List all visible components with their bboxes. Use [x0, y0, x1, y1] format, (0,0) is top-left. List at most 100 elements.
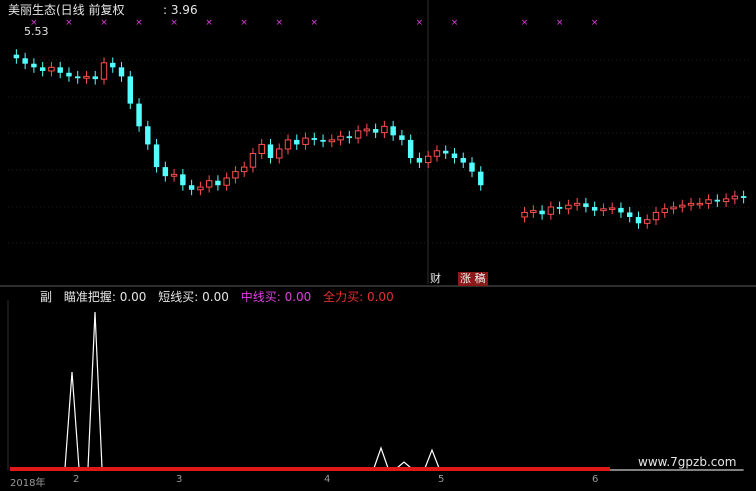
candle-body — [740, 196, 747, 198]
candle-body — [258, 143, 265, 154]
candle-body — [433, 150, 441, 157]
candle-body — [390, 126, 396, 136]
candle-body — [547, 206, 555, 215]
marker-x: × — [100, 18, 108, 28]
marker-x: × — [311, 18, 319, 28]
start-price-label: 5.53 — [24, 25, 49, 38]
sub-spike — [373, 446, 389, 469]
candle-body — [136, 103, 142, 127]
legend-item-quanli: 全力买: 0.00 — [323, 290, 394, 304]
marker-x: × — [275, 18, 283, 28]
kline-chart-svg[interactable]: × × × × × × × × × × × × × × — [0, 0, 756, 487]
marker-x: × — [556, 18, 564, 28]
sub-spike — [424, 448, 440, 469]
marker-x: × — [205, 18, 213, 28]
candle-body — [110, 62, 116, 68]
candle-body — [100, 62, 108, 80]
marker-x: × — [521, 18, 529, 28]
candle-body — [180, 174, 186, 186]
candle-body — [39, 67, 46, 71]
candle-body — [188, 185, 195, 190]
candle-body — [591, 207, 598, 211]
top-price-label: : 3.96 — [163, 3, 198, 17]
candle-body — [13, 54, 20, 59]
chart-stage[interactable]: × × × × × × × × × × × × × × — [0, 0, 756, 487]
x-axis-label: 6 — [592, 474, 599, 485]
x-axis-label: 3 — [176, 474, 183, 485]
news-tag-zhang[interactable]: 涨 稿 — [458, 272, 488, 286]
candle-body — [539, 210, 545, 215]
candle-body — [249, 153, 257, 168]
candle-body — [670, 206, 677, 210]
candle-body — [731, 195, 739, 200]
marker-x: × — [240, 18, 248, 28]
candle-body — [608, 207, 616, 210]
x-axis-label: 2 — [73, 474, 80, 485]
candle-body — [521, 211, 528, 218]
candle-body — [31, 63, 37, 68]
candle-body — [705, 199, 712, 204]
candle-body — [618, 207, 624, 213]
candle-body — [205, 180, 213, 188]
candle-body — [583, 203, 589, 208]
candle-body — [478, 171, 484, 186]
candle-body — [372, 129, 379, 133]
candle-body — [223, 177, 230, 186]
subchart-prefix: 副 — [40, 290, 53, 304]
candle-body — [92, 76, 98, 80]
candle-body — [687, 202, 695, 206]
candle-body — [644, 219, 651, 224]
x-axis-label: 4 — [324, 474, 331, 485]
candle-body — [215, 180, 221, 186]
candle-body — [626, 212, 633, 217]
marker-x: × — [416, 18, 424, 28]
candle-body — [83, 75, 90, 79]
candle-body — [320, 139, 326, 142]
marker-x: × — [65, 18, 73, 28]
candle-body — [337, 135, 344, 141]
candle-body — [424, 155, 432, 164]
sub-spike — [87, 311, 103, 469]
candle-body — [354, 130, 362, 139]
marker-x: × — [170, 18, 178, 28]
candle-body — [469, 162, 475, 172]
candle-body — [399, 135, 405, 140]
candle-body — [556, 207, 563, 209]
candle-body — [565, 204, 572, 210]
subchart-legend: 副 瞄准把握: 0.00 短线买: 0.00 中线买: 0.00 全力买: 0.… — [40, 290, 402, 304]
candle-body — [416, 158, 423, 163]
candle-body — [162, 167, 169, 177]
candle-body — [679, 204, 686, 208]
candle-body — [381, 125, 388, 134]
candle-body — [170, 173, 178, 177]
candle-body — [74, 76, 81, 79]
watermark-text: www.7gpzb.com — [638, 455, 737, 469]
candle-body — [652, 211, 660, 221]
candle-body — [635, 216, 642, 224]
candle-body — [722, 198, 730, 203]
candle-body — [328, 139, 336, 143]
legend-item-zhongxian: 中线买: 0.00 — [240, 290, 312, 304]
candle-body — [153, 144, 160, 168]
candle-body — [573, 202, 581, 206]
legend-item-miaozhun: 瞄准把握: 0.00 — [63, 290, 147, 304]
chart-title: 美丽生态(日线 前复权 — [8, 3, 125, 17]
candle-body — [407, 139, 414, 159]
candle-body — [22, 58, 28, 64]
candle-body — [442, 150, 449, 154]
sub-spike — [64, 371, 80, 469]
candle-body — [311, 138, 318, 140]
candle-body — [460, 158, 466, 163]
news-tag-cai[interactable]: 财 — [430, 272, 441, 286]
candle-body — [302, 137, 309, 145]
candle-body — [127, 76, 134, 104]
candle-body — [714, 199, 721, 202]
sub-baseline — [10, 467, 610, 471]
candle-body — [346, 136, 353, 139]
candle-body — [284, 139, 292, 150]
candle-body — [530, 210, 537, 213]
candle-body — [48, 66, 55, 72]
candle-body — [145, 126, 151, 145]
candle-body — [363, 128, 371, 132]
legend-item-duanxian: 短线买: 0.00 — [158, 290, 229, 304]
